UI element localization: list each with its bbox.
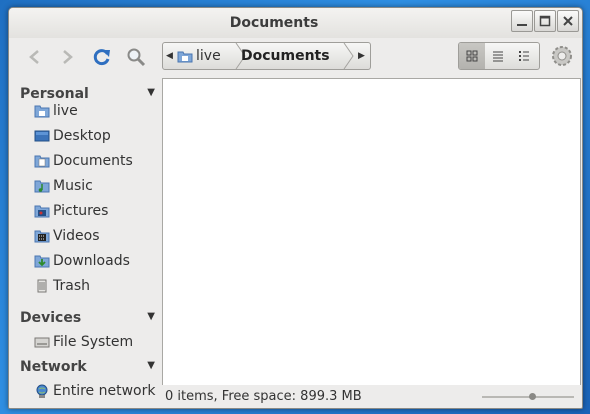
icon-view-button[interactable] xyxy=(459,43,485,69)
forward-arrow-icon xyxy=(63,50,73,64)
sidebar-item-label: Pictures xyxy=(53,203,109,219)
compact-view-button[interactable] xyxy=(511,43,537,69)
sidebar-item-file-system[interactable]: File System xyxy=(34,331,159,353)
list-icon xyxy=(493,51,503,62)
hard-drive-icon xyxy=(34,334,50,350)
collapse-arrow-icon[interactable]: ▼ xyxy=(147,311,155,322)
back-button[interactable] xyxy=(23,45,47,69)
list-view-button[interactable] xyxy=(485,43,511,69)
settings-button[interactable] xyxy=(549,43,575,69)
section-label: Devices xyxy=(20,310,82,326)
sidebar-item-label: Documents xyxy=(53,153,133,169)
back-arrow-icon xyxy=(29,50,39,64)
sidebar-item-label: live xyxy=(53,103,78,119)
breadcrumb-label: live xyxy=(196,48,221,64)
music-folder-icon xyxy=(34,178,50,194)
maximize-button[interactable] xyxy=(534,10,556,32)
sidebar-item-label: Entire network xyxy=(53,383,156,399)
close-icon xyxy=(563,16,573,26)
documents-folder-icon xyxy=(34,153,50,169)
window-title: Documents xyxy=(229,15,319,31)
path-left-button[interactable]: ◀ xyxy=(163,43,176,69)
desktop-icon xyxy=(34,128,50,144)
collapse-arrow-icon[interactable]: ▼ xyxy=(147,360,155,371)
downloads-folder-icon xyxy=(34,253,50,269)
places-sidebar: Personal ▼ live Desktop Documents Music … xyxy=(9,78,161,408)
title-bar[interactable]: Documents xyxy=(9,8,582,38)
videos-folder-icon xyxy=(34,228,50,244)
status-text: 0 items, Free space: 899.3 MB xyxy=(165,389,362,404)
home-folder-icon xyxy=(34,103,50,119)
sidebar-item-desktop[interactable]: Desktop xyxy=(34,125,159,147)
home-folder-icon xyxy=(177,51,193,63)
reload-button[interactable] xyxy=(90,45,114,69)
path-right-button[interactable]: ▶ xyxy=(355,43,368,69)
sidebar-item-live[interactable]: live xyxy=(34,100,159,122)
status-bar: 0 items, Free space: 899.3 MB xyxy=(162,385,581,408)
file-manager-window: Documents ◀ live Documents ▶ Personal ▼ … xyxy=(8,7,583,409)
compact-list-icon xyxy=(519,51,529,61)
grid-icon xyxy=(466,50,478,62)
zoom-slider-handle[interactable] xyxy=(528,393,536,400)
sidebar-item-label: Videos xyxy=(53,228,100,244)
breadcrumb: ◀ live Documents ▶ xyxy=(162,42,371,70)
zoom-slider[interactable] xyxy=(482,393,574,400)
section-network[interactable]: Network ▼ xyxy=(20,359,155,379)
sidebar-item-pictures[interactable]: Pictures xyxy=(34,200,159,222)
sidebar-item-label: Desktop xyxy=(53,128,111,144)
file-view-pane[interactable] xyxy=(162,78,581,386)
collapse-arrow-icon[interactable]: ▼ xyxy=(147,87,155,98)
breadcrumb-live[interactable]: live xyxy=(177,43,237,69)
sidebar-item-label: Trash xyxy=(53,278,90,294)
sidebar-item-videos[interactable]: Videos xyxy=(34,225,159,247)
sidebar-item-documents[interactable]: Documents xyxy=(34,150,159,172)
search-icon xyxy=(127,48,146,67)
sidebar-item-label: Music xyxy=(53,178,93,194)
minimize-icon xyxy=(517,24,527,26)
forward-button[interactable] xyxy=(55,45,79,69)
section-devices[interactable]: Devices ▼ xyxy=(20,310,155,330)
sidebar-item-music[interactable]: Music xyxy=(34,175,159,197)
view-mode-switcher xyxy=(458,42,540,70)
sidebar-item-label: File System xyxy=(53,334,134,350)
minimize-button[interactable] xyxy=(511,10,533,32)
reload-icon xyxy=(93,49,110,66)
sidebar-item-trash[interactable]: Trash xyxy=(34,275,159,297)
network-icon xyxy=(34,383,50,399)
section-label: Network xyxy=(20,359,87,375)
sidebar-item-label: Downloads xyxy=(53,253,130,269)
breadcrumb-label: Documents xyxy=(241,48,330,64)
pictures-folder-icon xyxy=(34,203,50,219)
sidebar-item-downloads[interactable]: Downloads xyxy=(34,250,159,272)
breadcrumb-documents[interactable]: Documents xyxy=(241,43,351,69)
crumb-separator-icon xyxy=(343,43,354,69)
toolbar: ◀ live Documents ▶ xyxy=(9,38,582,78)
gear-icon xyxy=(552,46,572,66)
search-button[interactable] xyxy=(124,45,148,69)
window-controls xyxy=(510,10,579,32)
trash-icon xyxy=(34,278,50,294)
close-button[interactable] xyxy=(557,10,579,32)
maximize-icon xyxy=(539,15,551,27)
sidebar-item-entire-network[interactable]: Entire network xyxy=(34,380,159,402)
